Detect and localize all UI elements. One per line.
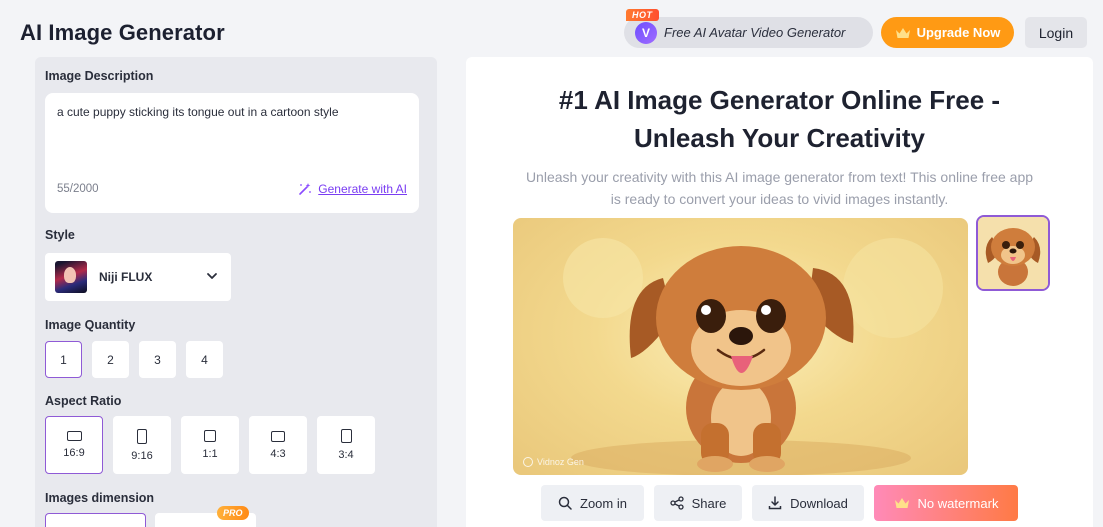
- dimension-option-standard[interactable]: [45, 513, 146, 527]
- login-button[interactable]: Login: [1025, 17, 1087, 48]
- quantity-option-3[interactable]: 3: [139, 341, 176, 378]
- page-title-line: Unleash Your Creativity: [634, 123, 925, 153]
- preview-panel: #1 AI Image Generator Online Free - Unle…: [466, 57, 1093, 527]
- promo-avatar-video-button[interactable]: V Free AI Avatar Video Generator: [624, 17, 873, 48]
- no-watermark-button[interactable]: No watermark: [874, 485, 1018, 521]
- generate-with-ai-link[interactable]: Generate with AI: [298, 182, 407, 196]
- chevron-down-icon: [207, 273, 217, 279]
- landscape-ratio-icon: [271, 430, 285, 442]
- promo-label: Free AI Avatar Video Generator: [664, 25, 846, 40]
- subtitle-line: Unleash your creativity with this AI ima…: [525, 169, 1034, 185]
- app-title: AI Image Generator: [20, 20, 225, 45]
- style-dropdown[interactable]: Niji FLUX: [45, 253, 231, 301]
- vidnoz-logo-icon: V: [635, 21, 657, 44]
- aspect-option-label: 1:1: [202, 448, 218, 460]
- style-thumbnail: [55, 261, 87, 293]
- upgrade-now-button[interactable]: Upgrade Now: [881, 17, 1014, 48]
- portrait-ratio-icon: [137, 428, 147, 444]
- page-title-line: #1 AI Image Generator Online Free -: [558, 85, 1001, 115]
- style-selected-label: Niji FLUX: [99, 270, 153, 284]
- download-label: Download: [790, 495, 848, 511]
- aspect-option-label: 3:4: [338, 449, 354, 461]
- character-count: 55/2000: [57, 183, 99, 195]
- watermark-logo-icon: [523, 457, 533, 467]
- magnifier-icon: [558, 496, 572, 510]
- download-button[interactable]: Download: [752, 485, 864, 521]
- description-text: a cute puppy sticking its tongue out in …: [57, 105, 339, 119]
- aspect-option-label: 9:16: [131, 449, 153, 462]
- style-label: Style: [45, 228, 75, 242]
- page-subtitle: Unleash your creativity with this AI ima…: [506, 166, 1053, 210]
- download-icon: [768, 496, 782, 510]
- square-ratio-icon: [204, 430, 216, 442]
- aspect-ratio-label: Aspect Ratio: [45, 394, 122, 408]
- subtitle-line: is ready to convert your ideas to vivid …: [610, 191, 949, 207]
- image-thumbnail[interactable]: [976, 215, 1050, 291]
- portrait-ratio-icon: [340, 429, 352, 443]
- zoom-in-button[interactable]: Zoom in: [541, 485, 644, 521]
- quantity-option-2[interactable]: 2: [92, 341, 129, 378]
- aspect-option-1-1[interactable]: 1:1: [181, 416, 239, 474]
- quantity-option-4[interactable]: 4: [186, 341, 223, 378]
- crown-icon: [895, 27, 911, 39]
- settings-panel: Image Description a cute puppy sticking …: [35, 57, 437, 527]
- aspect-option-16-9[interactable]: 16:9: [45, 416, 103, 474]
- page-title: #1 AI Image Generator Online Free - Unle…: [466, 81, 1093, 157]
- image-actions: Zoom in Share Download No watermark: [541, 485, 1018, 521]
- quantity-option-1[interactable]: 1: [45, 341, 82, 378]
- description-label: Image Description: [45, 69, 154, 83]
- crown-icon: [894, 497, 910, 509]
- aspect-option-9-16[interactable]: 9:16: [113, 416, 171, 474]
- aspect-option-label: 4:3: [270, 447, 286, 460]
- watermark: Vidnoz Gen: [523, 457, 584, 467]
- landscape-ratio-icon: [66, 431, 82, 441]
- share-icon: [669, 496, 684, 510]
- pro-badge: PRO: [217, 506, 249, 520]
- header: AI Image Generator V Free AI Avatar Vide…: [0, 0, 1103, 60]
- puppy-thumbnail-illustration: [978, 217, 1048, 289]
- quantity-label: Image Quantity: [45, 318, 136, 332]
- hot-badge: HOT: [626, 9, 659, 21]
- description-textarea[interactable]: a cute puppy sticking its tongue out in …: [45, 93, 419, 213]
- watermark-label: Vidnoz Gen: [537, 457, 584, 467]
- generated-image[interactable]: Vidnoz Gen: [513, 218, 968, 475]
- aspect-option-4-3[interactable]: 4:3: [249, 416, 307, 474]
- share-button[interactable]: Share: [654, 485, 742, 521]
- zoom-in-label: Zoom in: [580, 495, 627, 511]
- generate-with-ai-label: Generate with AI: [318, 182, 407, 196]
- no-watermark-label: No watermark: [917, 495, 999, 511]
- upgrade-label: Upgrade Now: [916, 25, 1001, 40]
- puppy-illustration: [563, 238, 943, 475]
- quantity-options: 1 2 3 4: [45, 341, 223, 378]
- share-label: Share: [691, 495, 727, 511]
- magic-wand-icon: [299, 183, 312, 195]
- aspect-option-3-4[interactable]: 3:4: [317, 416, 375, 474]
- aspect-option-label: 16:9: [63, 447, 85, 459]
- aspect-ratio-options: 16:9 9:16 1:1 4:3 3:4: [45, 416, 375, 474]
- dimension-label: Images dimension: [45, 491, 155, 505]
